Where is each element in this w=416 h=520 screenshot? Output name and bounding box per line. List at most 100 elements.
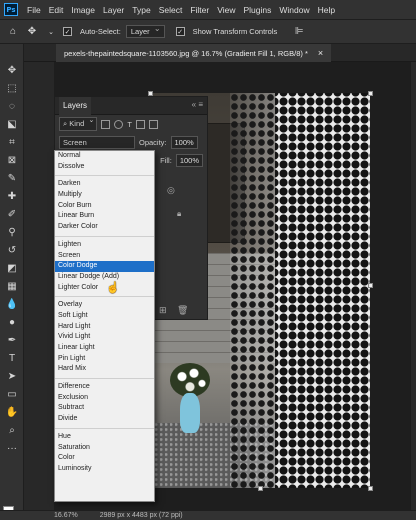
blend-mode-dropdown[interactable]: Screen xyxy=(59,135,135,149)
blend-option-pin-light[interactable]: Pin Light xyxy=(55,354,154,365)
home-icon[interactable]: ⌂ xyxy=(6,25,20,39)
blend-option-saturation[interactable]: Saturation xyxy=(55,443,154,454)
transform-handle-tr[interactable] xyxy=(368,91,373,96)
object-select-tool-icon[interactable]: ⬕ xyxy=(3,116,21,132)
menu-plugins[interactable]: Plugins xyxy=(239,5,275,15)
menu-filter[interactable]: Filter xyxy=(186,5,213,15)
menu-type[interactable]: Type xyxy=(128,5,154,15)
crop-tool-icon[interactable]: ⌗ xyxy=(3,134,21,150)
blend-option-lighten[interactable]: Lighten xyxy=(55,240,154,251)
gradient-tool-icon[interactable]: ▦ xyxy=(3,278,21,294)
menu-window[interactable]: Window xyxy=(275,5,313,15)
filter-smart-icon[interactable] xyxy=(148,119,158,129)
transform-handle-b[interactable] xyxy=(258,486,263,491)
pen-tool-icon[interactable]: ✒ xyxy=(3,332,21,348)
blend-option-color-dodge[interactable]: Color Dodge xyxy=(55,261,154,272)
eye-icon[interactable]: ◎ xyxy=(167,185,175,196)
move-tool-icon[interactable]: ✥ xyxy=(25,25,39,39)
blend-option-luminosity[interactable]: Luminosity xyxy=(55,464,154,475)
blend-option-linear-dodge-add[interactable]: Linear Dodge (Add) xyxy=(55,272,154,283)
move-tool-icon[interactable]: ✥ xyxy=(3,62,21,78)
fill-label: Fill: xyxy=(160,155,172,165)
document-tab[interactable]: pexels-thepaintedsquare-1103560.jpg @ 16… xyxy=(56,44,332,62)
type-tool-icon[interactable]: T xyxy=(3,350,21,366)
blend-option-divide[interactable]: Divide xyxy=(55,414,154,425)
filter-adjust-icon[interactable] xyxy=(114,119,124,129)
vertical-scrollbar[interactable] xyxy=(411,62,416,510)
menu-file[interactable]: File xyxy=(23,5,45,15)
frame-tool-icon[interactable]: ⊠ xyxy=(3,152,21,168)
menu-image[interactable]: Image xyxy=(67,5,99,15)
blend-option-normal[interactable]: Normal xyxy=(55,151,154,162)
blur-tool-icon[interactable]: 💧 xyxy=(3,296,21,312)
fill-input[interactable]: 100% xyxy=(175,153,203,167)
path-select-icon[interactable]: ➤ xyxy=(3,368,21,384)
trash-icon[interactable]: 🗑︎ xyxy=(177,305,188,316)
dodge-tool-icon[interactable]: ● xyxy=(3,314,21,330)
more-tools-icon[interactable]: ··· xyxy=(3,440,21,456)
photoshop-logo[interactable]: Ps xyxy=(4,3,18,16)
new-layer-icon[interactable]: ⊞ xyxy=(159,305,167,316)
close-icon[interactable]: × xyxy=(318,48,323,58)
brush-tool-icon[interactable]: ✐ xyxy=(3,206,21,222)
eraser-tool-icon[interactable]: ◩ xyxy=(3,260,21,276)
zoom-level[interactable]: 16.67% xyxy=(54,512,78,519)
auto-select-label: Auto-Select: xyxy=(80,27,121,36)
filter-kind-dropdown[interactable]: ⌕ Kind xyxy=(59,116,98,131)
layers-tab[interactable]: Layers xyxy=(59,96,92,115)
document-tab-bar: pexels-thepaintedsquare-1103560.jpg @ 16… xyxy=(24,44,416,62)
transform-handle-r[interactable] xyxy=(368,283,373,288)
auto-select-checkbox[interactable]: ✓ xyxy=(63,27,72,36)
healing-brush-icon[interactable]: ✚ xyxy=(3,188,21,204)
blend-opacity-row: Screen Opacity: 100% xyxy=(55,133,207,151)
blend-option-soft-light[interactable]: Soft Light xyxy=(55,311,154,322)
auto-select-target-dropdown[interactable]: Layer xyxy=(125,24,165,38)
menu-view[interactable]: View xyxy=(213,5,239,15)
menu-layer[interactable]: Layer xyxy=(99,5,128,15)
align-left-icon[interactable]: ⊫ xyxy=(292,25,306,39)
blend-option-overlay[interactable]: Overlay xyxy=(55,300,154,311)
menu-select[interactable]: Select xyxy=(155,5,187,15)
transform-handle-br[interactable] xyxy=(368,486,373,491)
blend-option-darken[interactable]: Darken xyxy=(55,179,154,190)
blend-option-color-burn[interactable]: Color Burn xyxy=(55,201,154,212)
blend-option-difference[interactable]: Difference xyxy=(55,382,154,393)
filter-pixel-icon[interactable] xyxy=(101,119,111,129)
layers-panel-header: Layers « ≡ xyxy=(55,96,207,115)
blend-option-dissolve[interactable]: Dissolve xyxy=(55,162,154,173)
blend-option-screen[interactable]: Screen xyxy=(55,251,154,262)
menu-edit[interactable]: Edit xyxy=(45,5,68,15)
menu-separator xyxy=(55,293,154,300)
blend-option-linear-light[interactable]: Linear Light xyxy=(55,343,154,354)
filter-type-icon[interactable]: T xyxy=(127,120,132,129)
clone-stamp-icon[interactable]: ⚲ xyxy=(3,224,21,240)
panel-menu-icon[interactable]: « ≡ xyxy=(192,100,203,109)
blend-option-exclusion[interactable]: Exclusion xyxy=(55,393,154,404)
filter-shape-icon[interactable] xyxy=(135,119,145,129)
eyedropper-tool-icon[interactable]: ✎ xyxy=(3,170,21,186)
history-brush-icon[interactable]: ↺ xyxy=(3,242,21,258)
lasso-tool-icon[interactable]: ◌ xyxy=(3,98,21,114)
chevron-down-icon[interactable]: ⌄ xyxy=(44,25,58,39)
blend-option-darker-color[interactable]: Darker Color xyxy=(55,222,154,233)
blend-option-vivid-light[interactable]: Vivid Light xyxy=(55,332,154,343)
opacity-label: Opacity: xyxy=(139,137,167,147)
blend-option-hard-light[interactable]: Hard Light xyxy=(55,322,154,333)
zoom-tool-icon[interactable]: ⌕ xyxy=(3,422,21,438)
show-transform-checkbox[interactable]: ✓ xyxy=(175,27,185,36)
lock-icon[interactable]: 🔒︎ xyxy=(177,209,181,219)
opacity-input[interactable]: 100% xyxy=(170,135,198,149)
hand-tool-icon[interactable]: ✋ xyxy=(3,404,21,420)
blend-option-hard-mix[interactable]: Hard Mix xyxy=(55,364,154,375)
marquee-tool-icon[interactable]: ⬚ xyxy=(3,80,21,96)
blend-option-linear-burn[interactable]: Linear Burn xyxy=(55,211,154,222)
blend-option-hue[interactable]: Hue xyxy=(55,432,154,443)
blend-mode-menu: Normal Dissolve Darken Multiply Color Burn Li… xyxy=(54,150,155,502)
blend-option-subtract[interactable]: Subtract xyxy=(55,403,154,414)
menu-help[interactable]: Help xyxy=(314,5,339,15)
document-title: pexels-thepaintedsquare-1103560.jpg @ 16… xyxy=(64,48,308,58)
blend-option-color[interactable]: Color xyxy=(55,453,154,464)
blend-option-lighter-color[interactable]: Lighter Color xyxy=(55,283,154,294)
shape-tool-icon[interactable]: ▭ xyxy=(3,386,21,402)
blend-option-multiply[interactable]: Multiply xyxy=(55,190,154,201)
